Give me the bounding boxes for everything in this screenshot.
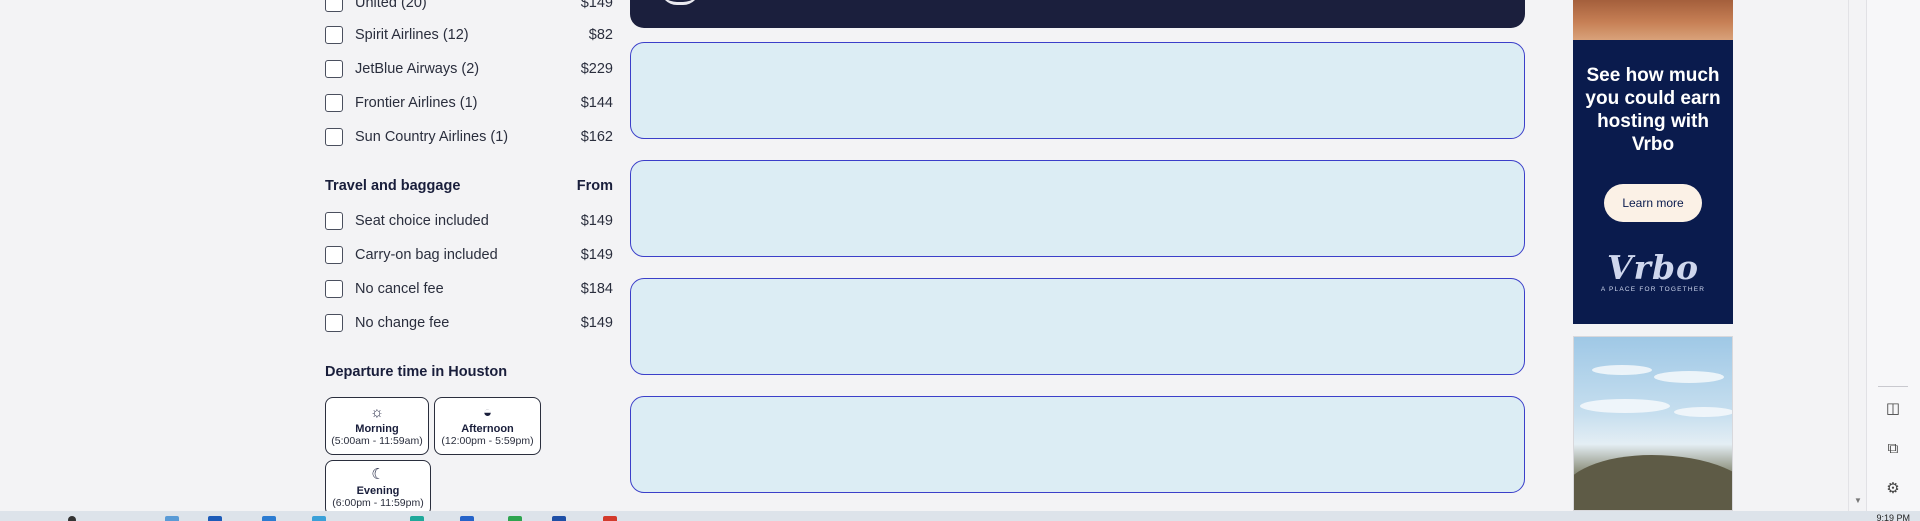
- moon-icon: ☾: [371, 466, 385, 483]
- checkbox[interactable]: [325, 94, 343, 112]
- flight-result-card-loading[interactable]: [630, 396, 1525, 493]
- filter-label: JetBlue Airways (2): [355, 61, 480, 77]
- filter-price: $144: [580, 95, 613, 111]
- filter-label: Frontier Airlines (1): [355, 95, 478, 111]
- vertical-scrollbar[interactable]: [1848, 0, 1864, 511]
- ad-tagline: A PLACE FOR TOGETHER: [1600, 286, 1706, 293]
- filter-price: $149: [580, 247, 613, 263]
- filter-price: $162: [580, 129, 613, 145]
- filter-price: $229: [580, 61, 613, 77]
- departure-tile-afternoon[interactable]: ◒ Afternoon (12:00pm - 5:59pm): [434, 397, 541, 455]
- departure-tile-morning[interactable]: ☼ Morning (5:00am - 11:59am): [325, 397, 429, 455]
- checkbox[interactable]: [325, 280, 343, 298]
- filter-label: Sun Country Airlines (1): [355, 129, 509, 145]
- checkbox[interactable]: [325, 0, 343, 12]
- browser-side-bar: [1866, 0, 1920, 511]
- travel-baggage-heading: Travel and baggage From: [325, 178, 613, 194]
- taskbar-app-icon[interactable]: [460, 516, 474, 521]
- filter-airline-frontier[interactable]: Frontier Airlines (1) $144: [325, 92, 613, 114]
- side-bar-divider: [1878, 386, 1908, 387]
- flight-result-card-loading[interactable]: [630, 278, 1525, 375]
- ad-headline: See how much you could earn hosting with…: [1585, 65, 1721, 155]
- settings-gear-icon[interactable]: ⚙: [1883, 478, 1903, 498]
- taskbar-app-icon[interactable]: [603, 516, 617, 521]
- taskbar-app-icon[interactable]: [262, 516, 276, 521]
- taskbar-app-icon[interactable]: [508, 516, 522, 521]
- filter-seat-choice[interactable]: Seat choice included $149: [325, 210, 613, 232]
- ad-image: [1573, 0, 1733, 40]
- filter-label: United (20): [355, 0, 427, 11]
- split-screen-icon[interactable]: ◫: [1883, 398, 1903, 418]
- learn-more-button[interactable]: Learn more: [1604, 184, 1702, 222]
- taskbar-app-icon[interactable]: [552, 516, 566, 521]
- filter-label: No change fee: [355, 315, 450, 331]
- promo-card-dark[interactable]: [630, 0, 1525, 28]
- filter-price: $149: [580, 315, 613, 331]
- taskbar-app-icon[interactable]: [312, 516, 326, 521]
- tile-title: Morning: [355, 423, 399, 435]
- tile-range: (12:00pm - 5:59pm): [441, 435, 534, 447]
- os-taskbar: 9:19 PM: [0, 511, 1920, 521]
- open-external-icon[interactable]: ⧉: [1883, 438, 1903, 458]
- taskbar-app-icon[interactable]: [165, 516, 179, 521]
- search-icon[interactable]: [68, 516, 76, 521]
- flight-result-card-loading[interactable]: [630, 42, 1525, 139]
- filter-airline-jetblue[interactable]: JetBlue Airways (2) $229: [325, 58, 613, 80]
- filter-price: $149: [580, 213, 613, 229]
- filter-airline-spirit[interactable]: Spirit Airlines (12) $82: [325, 24, 613, 46]
- taskbar-app-icon[interactable]: [208, 516, 222, 521]
- vrbo-logo: Vrbo: [1606, 248, 1700, 287]
- tile-range: (6:00pm - 11:59pm): [332, 497, 424, 509]
- filter-price: $82: [588, 27, 613, 43]
- brand-logo-icon: [660, 0, 700, 5]
- scroll-down-arrow-icon[interactable]: ▼: [1854, 496, 1862, 505]
- filter-label: Carry-on bag included: [355, 247, 498, 263]
- filter-label: No cancel fee: [355, 281, 444, 297]
- filter-label: Spirit Airlines (12): [355, 27, 469, 43]
- section-title: Travel and baggage: [325, 178, 461, 194]
- tile-range: (5:00am - 11:59am): [331, 435, 423, 447]
- checkbox[interactable]: [325, 314, 343, 332]
- checkbox[interactable]: [325, 246, 343, 264]
- checkbox[interactable]: [325, 128, 343, 146]
- filter-price: $184: [580, 281, 613, 297]
- checkbox[interactable]: [325, 26, 343, 44]
- filter-no-change-fee[interactable]: No change fee $149: [325, 312, 613, 334]
- checkbox[interactable]: [325, 212, 343, 230]
- flight-result-card-loading[interactable]: [630, 160, 1525, 257]
- filter-airline-sun-country[interactable]: Sun Country Airlines (1) $162: [325, 126, 613, 148]
- departure-tile-evening[interactable]: ☾ Evening (6:00pm - 11:59pm): [325, 460, 431, 516]
- section-title: Departure time in Houston: [325, 364, 508, 380]
- taskbar-clock[interactable]: 9:19 PM: [1876, 513, 1910, 521]
- filter-carry-on[interactable]: Carry-on bag included $149: [325, 244, 613, 266]
- filter-airline-united[interactable]: United (20) $149: [325, 0, 613, 14]
- tile-title: Afternoon: [461, 423, 514, 435]
- filter-no-cancel-fee[interactable]: No cancel fee $184: [325, 278, 613, 300]
- sunset-icon: ◒: [482, 404, 493, 421]
- departure-heading: Departure time in Houston: [325, 364, 613, 380]
- sun-icon: ☼: [370, 404, 384, 421]
- taskbar-app-icon[interactable]: [410, 516, 424, 521]
- vrbo-ad[interactable]: See how much you could earn hosting with…: [1573, 0, 1733, 324]
- checkbox[interactable]: [325, 60, 343, 78]
- filter-label: Seat choice included: [355, 213, 489, 229]
- landscape-ad-image[interactable]: [1573, 336, 1733, 511]
- tile-title: Evening: [356, 485, 400, 497]
- filter-price: $149: [580, 0, 613, 11]
- from-label: From: [576, 178, 613, 194]
